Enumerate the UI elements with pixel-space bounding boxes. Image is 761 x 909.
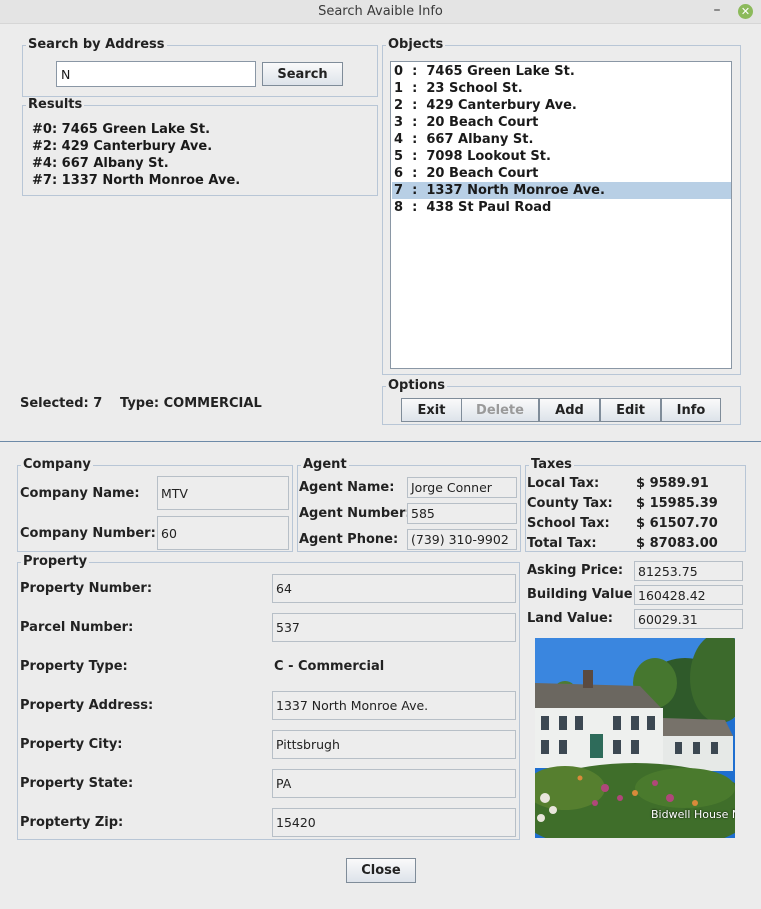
parcel-number-field[interactable]: 537 [272,613,516,642]
title-bar: Search Avaible Info – ✕ [0,0,761,24]
taxes-legend: Taxes [531,457,572,472]
total-tax-value: $ 87083.00 [636,536,718,551]
edit-button[interactable]: Edit [600,398,661,422]
close-button[interactable]: Close [346,858,416,883]
object-index: 7 [394,183,404,198]
search-button[interactable]: Search [262,62,343,86]
search-legend: Search by Address [28,37,165,52]
object-address: 429 Canterbury Ave. [426,98,577,113]
agent-name-field[interactable]: Jorge Conner [407,477,517,498]
object-item-1[interactable]: 1 : 23 School St. [392,80,731,97]
object-index: 0 [394,64,404,79]
type-label: Type: COMMERCIAL [120,396,262,411]
object-index: 1 [394,81,404,96]
asking-price-label: Asking Price: [527,563,624,578]
company-number-field[interactable]: 60 [157,516,289,550]
object-index: 8 [394,200,404,215]
object-address: 667 Albany St. [426,132,534,147]
object-index: 2 [394,98,404,113]
object-address: 7098 Lookout St. [426,149,551,164]
object-item-0[interactable]: 0 : 7465 Green Lake St. [392,63,731,80]
objects-list[interactable]: 0 : 7465 Green Lake St. 1 : 23 School St… [390,61,732,369]
section-separator [0,441,761,442]
add-button[interactable]: Add [539,398,600,422]
company-name-label: Company Name: [20,486,140,501]
result-item[interactable]: #2: 429 Canterbury Ave. [32,138,212,155]
property-legend: Property [23,554,88,569]
property-number-label: Property Number: [20,581,153,596]
delete-button: Delete [461,398,539,422]
land-value-label: Land Value: [527,611,613,626]
property-type-value: C - Commercial [274,659,385,674]
land-value-field[interactable]: 60029.31 [634,609,743,629]
object-item-2[interactable]: 2 : 429 Canterbury Ave. [392,97,731,114]
property-state-label: Property State: [20,776,134,791]
parcel-number-label: Parcel Number: [20,620,134,635]
exit-button[interactable]: Exit [401,398,462,422]
property-city-field[interactable]: Pittsbrugh [272,730,516,759]
building-value-label: Building Value: [527,587,638,602]
total-tax-label: Total Tax: [527,536,597,551]
company-name-field[interactable]: MTV [157,476,289,510]
asking-price-field[interactable]: 81253.75 [634,561,743,581]
agent-legend: Agent [303,457,347,472]
company-legend: Company [23,457,91,472]
agent-phone-field[interactable]: (739) 310-9902 [407,529,517,550]
school-tax-label: School Tax: [527,516,610,531]
property-state-field[interactable]: PA [272,769,516,798]
agent-name-label: Agent Name: [299,480,395,495]
minimize-icon[interactable]: – [711,2,723,18]
property-type-label: Property Type: [20,659,128,674]
local-tax-value: $ 9589.91 [636,476,709,491]
info-button[interactable]: Info [661,398,721,422]
agent-number-field[interactable]: 585 [407,503,517,524]
object-index: 4 [394,132,404,147]
object-item-4[interactable]: 4 : 667 Albany St. [392,131,731,148]
county-tax-value: $ 15985.39 [636,496,718,511]
results-legend: Results [28,97,83,112]
object-item-5[interactable]: 5 : 7098 Lookout St. [392,148,731,165]
object-address: 7465 Green Lake St. [426,64,575,79]
county-tax-label: County Tax: [527,496,613,511]
object-item-3[interactable]: 3 : 20 Beach Court [392,114,731,131]
object-item-8[interactable]: 8 : 438 St Paul Road [392,199,731,216]
property-address-label: Property Address: [20,698,154,713]
property-photo: Bidwell House N [535,638,735,838]
object-address: 20 Beach Court [426,166,539,181]
result-item[interactable]: #0: 7465 Green Lake St. [32,121,210,138]
result-item[interactable]: #4: 667 Albany St. [32,155,169,172]
object-address: 438 St Paul Road [426,200,552,215]
company-number-label: Company Number: [20,526,156,541]
object-item-7-selected[interactable]: 7 : 1337 North Monroe Ave. [392,182,731,199]
property-number-field[interactable]: 64 [272,574,516,603]
local-tax-label: Local Tax: [527,476,600,491]
options-legend: Options [388,378,445,393]
search-input[interactable]: N [56,61,256,87]
selected-label: Selected: 7 [20,396,103,411]
object-address: 20 Beach Court [426,115,539,130]
objects-legend: Objects [388,37,444,52]
object-index: 6 [394,166,404,181]
agent-phone-label: Agent Phone: [299,532,399,547]
object-address: 1337 North Monroe Ave. [426,183,605,198]
window-title: Search Avaible Info [318,4,443,19]
property-zip-field[interactable]: 15420 [272,808,516,837]
close-window-icon[interactable]: ✕ [738,4,753,19]
property-city-label: Property City: [20,737,123,752]
building-value-field[interactable]: 160428.42 [634,585,743,605]
object-index: 3 [394,115,404,130]
object-index: 5 [394,149,404,164]
agent-number-label: Agent Number: [299,506,411,521]
property-address-field[interactable]: 1337 North Monroe Ave. [272,691,516,720]
photo-caption: Bidwell House N [651,808,735,821]
school-tax-value: $ 61507.70 [636,516,718,531]
object-item-6[interactable]: 6 : 20 Beach Court [392,165,731,182]
property-zip-label: Propterty Zip: [20,815,124,830]
object-address: 23 School St. [426,81,523,96]
result-item[interactable]: #7: 1337 North Monroe Ave. [32,172,240,189]
